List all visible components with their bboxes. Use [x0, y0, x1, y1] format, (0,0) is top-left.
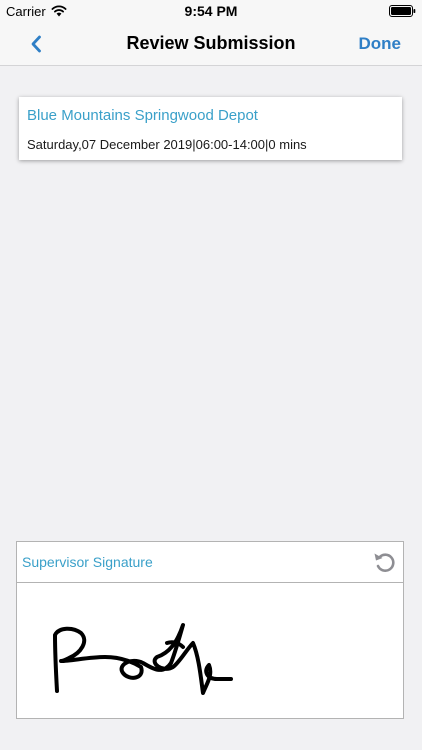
- signature-header: Supervisor Signature: [17, 542, 403, 583]
- navigation-bar: Review Submission Done: [0, 22, 422, 66]
- signature-pad[interactable]: [17, 583, 403, 718]
- shift-location: Blue Mountains Springwood Depot: [27, 107, 258, 124]
- signature-panel: Supervisor Signature: [16, 541, 404, 719]
- handwritten-signature: [53, 623, 233, 695]
- reset-signature-button[interactable]: [371, 548, 399, 576]
- status-time: 9:54 PM: [184, 3, 238, 19]
- done-button[interactable]: Done: [359, 34, 402, 54]
- status-bar: Carrier 9:54 PM: [0, 0, 422, 22]
- battery-full-icon: [389, 5, 416, 17]
- undo-icon: [374, 553, 395, 572]
- signature-label: Supervisor Signature: [22, 554, 153, 570]
- shift-details: Saturday,07 December 2019|06:00-14:00|0 …: [27, 137, 307, 152]
- shift-card: Blue Mountains Springwood Depot Saturday…: [19, 97, 402, 160]
